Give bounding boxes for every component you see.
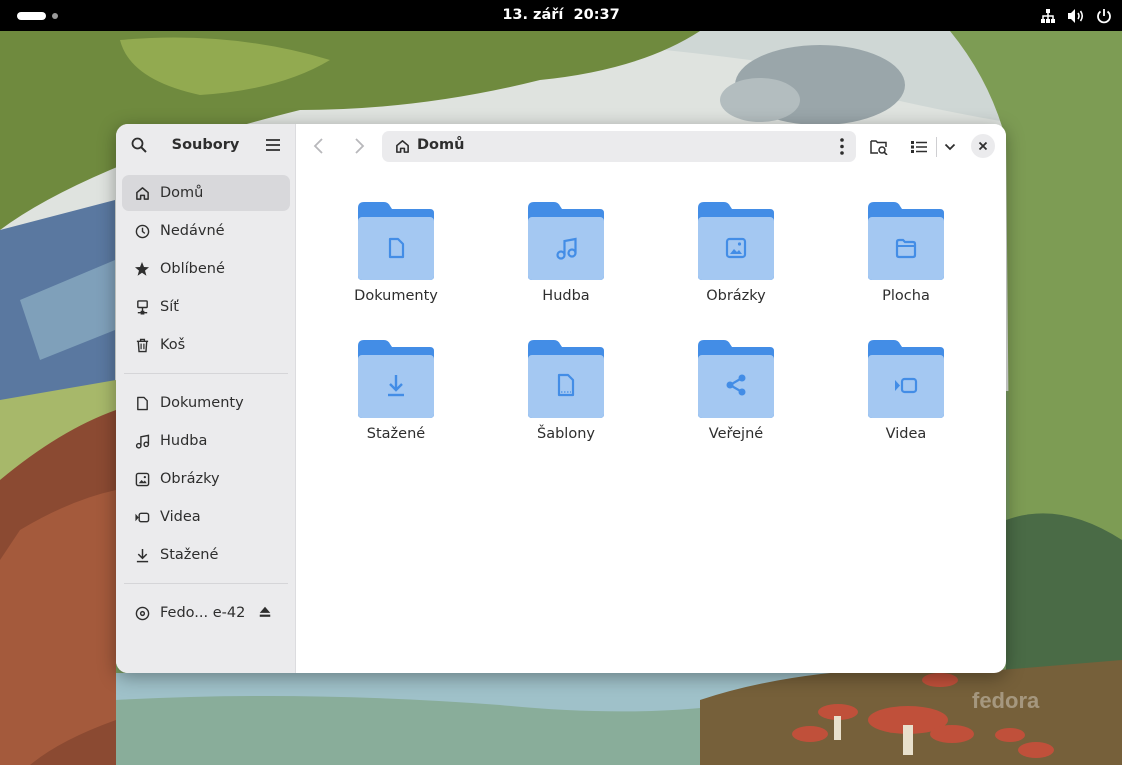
sidebar-item-network[interactable]: Síť: [122, 289, 290, 325]
back-button[interactable]: [312, 136, 326, 160]
folder-label: Šablony: [537, 426, 595, 442]
sidebar-item-label: Síť: [160, 299, 179, 315]
sidebar: Soubory Domů Nedávné Oblíbené Síť Koš Do…: [116, 124, 296, 673]
sidebar-item-label: Stažené: [160, 547, 219, 563]
network-icon: [134, 299, 150, 315]
folder-icon: [528, 202, 604, 280]
close-icon: [978, 141, 988, 151]
path-bar[interactable]: Domů: [382, 131, 856, 162]
sidebar-item-label: Oblíbené: [160, 261, 225, 277]
sidebar-item-home[interactable]: Domů: [122, 175, 290, 211]
sidebar-item-label: Domů: [160, 185, 204, 201]
sidebar-item-label: Hudba: [160, 433, 208, 449]
folder-search-icon: [870, 140, 888, 155]
time: 20:37: [573, 7, 620, 23]
folder-icon: [868, 340, 944, 418]
trash-icon: [134, 337, 150, 353]
folder-icon: [698, 202, 774, 280]
star-icon: [134, 261, 150, 277]
sidebar-separator: [124, 583, 288, 584]
folder-label: Dokumenty: [354, 288, 438, 304]
clock-icon: [134, 223, 150, 239]
top-bar: 13. září 20:37: [0, 0, 1122, 31]
folder-icon: [698, 340, 774, 418]
folder-item-downloads[interactable]: Stažené: [311, 338, 481, 468]
sidebar-item-pictures[interactable]: Obrázky: [122, 461, 290, 497]
folder-item-public[interactable]: Veřejné: [651, 338, 821, 468]
chevron-right-icon: [355, 138, 365, 154]
folder-item-templates[interactable]: Šablony: [481, 338, 651, 468]
chevron-down-icon: [944, 143, 956, 151]
folder-icon: [528, 340, 604, 418]
volume-icon: [1068, 9, 1084, 23]
places-list: Domů Nedávné Oblíbené Síť Koš Dokumenty …: [122, 175, 290, 633]
sidebar-item-recent[interactable]: Nedávné: [122, 213, 290, 249]
sidebar-item-label: Nedávné: [160, 223, 225, 239]
header-bar: Domů: [296, 124, 1006, 170]
home-icon: [134, 185, 150, 201]
close-button[interactable]: [971, 134, 995, 158]
folder-label: Stažené: [366, 426, 426, 442]
fedora-watermark: fedora: [972, 688, 1040, 713]
search-in-folder-button[interactable]: [866, 134, 892, 160]
sidebar-header: Soubory: [116, 124, 295, 170]
path-current-folder[interactable]: Domů: [417, 137, 464, 153]
folder-label: Veřejné: [708, 426, 764, 442]
folder-label: Obrázky: [706, 288, 766, 304]
sidebar-item-videos[interactable]: Videa: [122, 499, 290, 535]
folder-icon: [358, 202, 434, 280]
folder-icon: [868, 202, 944, 280]
main-menu-button[interactable]: [260, 132, 286, 158]
button-divider: [936, 137, 937, 157]
clock[interactable]: 13. září 20:37: [0, 0, 1122, 31]
folder-item-videos[interactable]: Videa: [821, 338, 991, 468]
sidebar-item-label: Koš: [160, 337, 186, 353]
music-icon: [134, 433, 150, 449]
sidebar-item-documents[interactable]: Dokumenty: [122, 385, 290, 421]
sidebar-item-downloads[interactable]: Stažené: [122, 537, 290, 573]
folder-label: Hudba: [542, 288, 590, 304]
video-icon: [134, 509, 150, 525]
eject-icon: [259, 606, 271, 617]
eject-button[interactable]: [258, 605, 272, 623]
sidebar-item-music[interactable]: Hudba: [122, 423, 290, 459]
sidebar-item-label: Fedo... e-42: [160, 605, 246, 621]
forward-button[interactable]: [352, 136, 366, 160]
folder-item-desktop[interactable]: Plocha: [821, 200, 991, 330]
folder-label: Videa: [885, 426, 927, 442]
sidebar-item-trash[interactable]: Koš: [122, 327, 290, 363]
folder-icon: [358, 340, 434, 418]
sidebar-item-starred[interactable]: Oblíbené: [122, 251, 290, 287]
folder-label: Plocha: [882, 288, 930, 304]
download-icon: [134, 547, 150, 563]
files-window: Soubory Domů Nedávné Oblíbené Síť Koš Do…: [116, 124, 1006, 673]
hamburger-menu-icon: [266, 139, 280, 151]
folder-grid: Dokumenty Hudba Obrázky Plocha Stažené Š…: [296, 170, 1006, 673]
folder-item-documents[interactable]: Dokumenty: [311, 200, 481, 330]
more-options-icon[interactable]: [840, 138, 844, 155]
folder-item-music[interactable]: Hudba: [481, 200, 651, 330]
date: 13. září: [502, 7, 564, 23]
network-icon: [1041, 9, 1055, 23]
sidebar-item-label: Videa: [160, 509, 201, 525]
sidebar-item-label: Dokumenty: [160, 395, 244, 411]
list-view-icon: [911, 141, 927, 153]
sidebar-item-label: Obrázky: [160, 471, 220, 487]
sidebar-separator: [124, 373, 288, 374]
image-icon: [134, 471, 150, 487]
view-list-button[interactable]: [906, 134, 932, 160]
chevron-left-icon: [313, 138, 323, 154]
folder-item-pictures[interactable]: Obrázky: [651, 200, 821, 330]
disc-icon: [134, 605, 150, 621]
system-tray[interactable]: [1040, 7, 1112, 25]
document-icon: [134, 395, 150, 411]
sidebar-item-device[interactable]: Fedo... e-42: [122, 595, 290, 631]
view-options-button[interactable]: [939, 134, 961, 160]
power-icon: [1097, 9, 1111, 24]
home-icon: [396, 140, 409, 153]
